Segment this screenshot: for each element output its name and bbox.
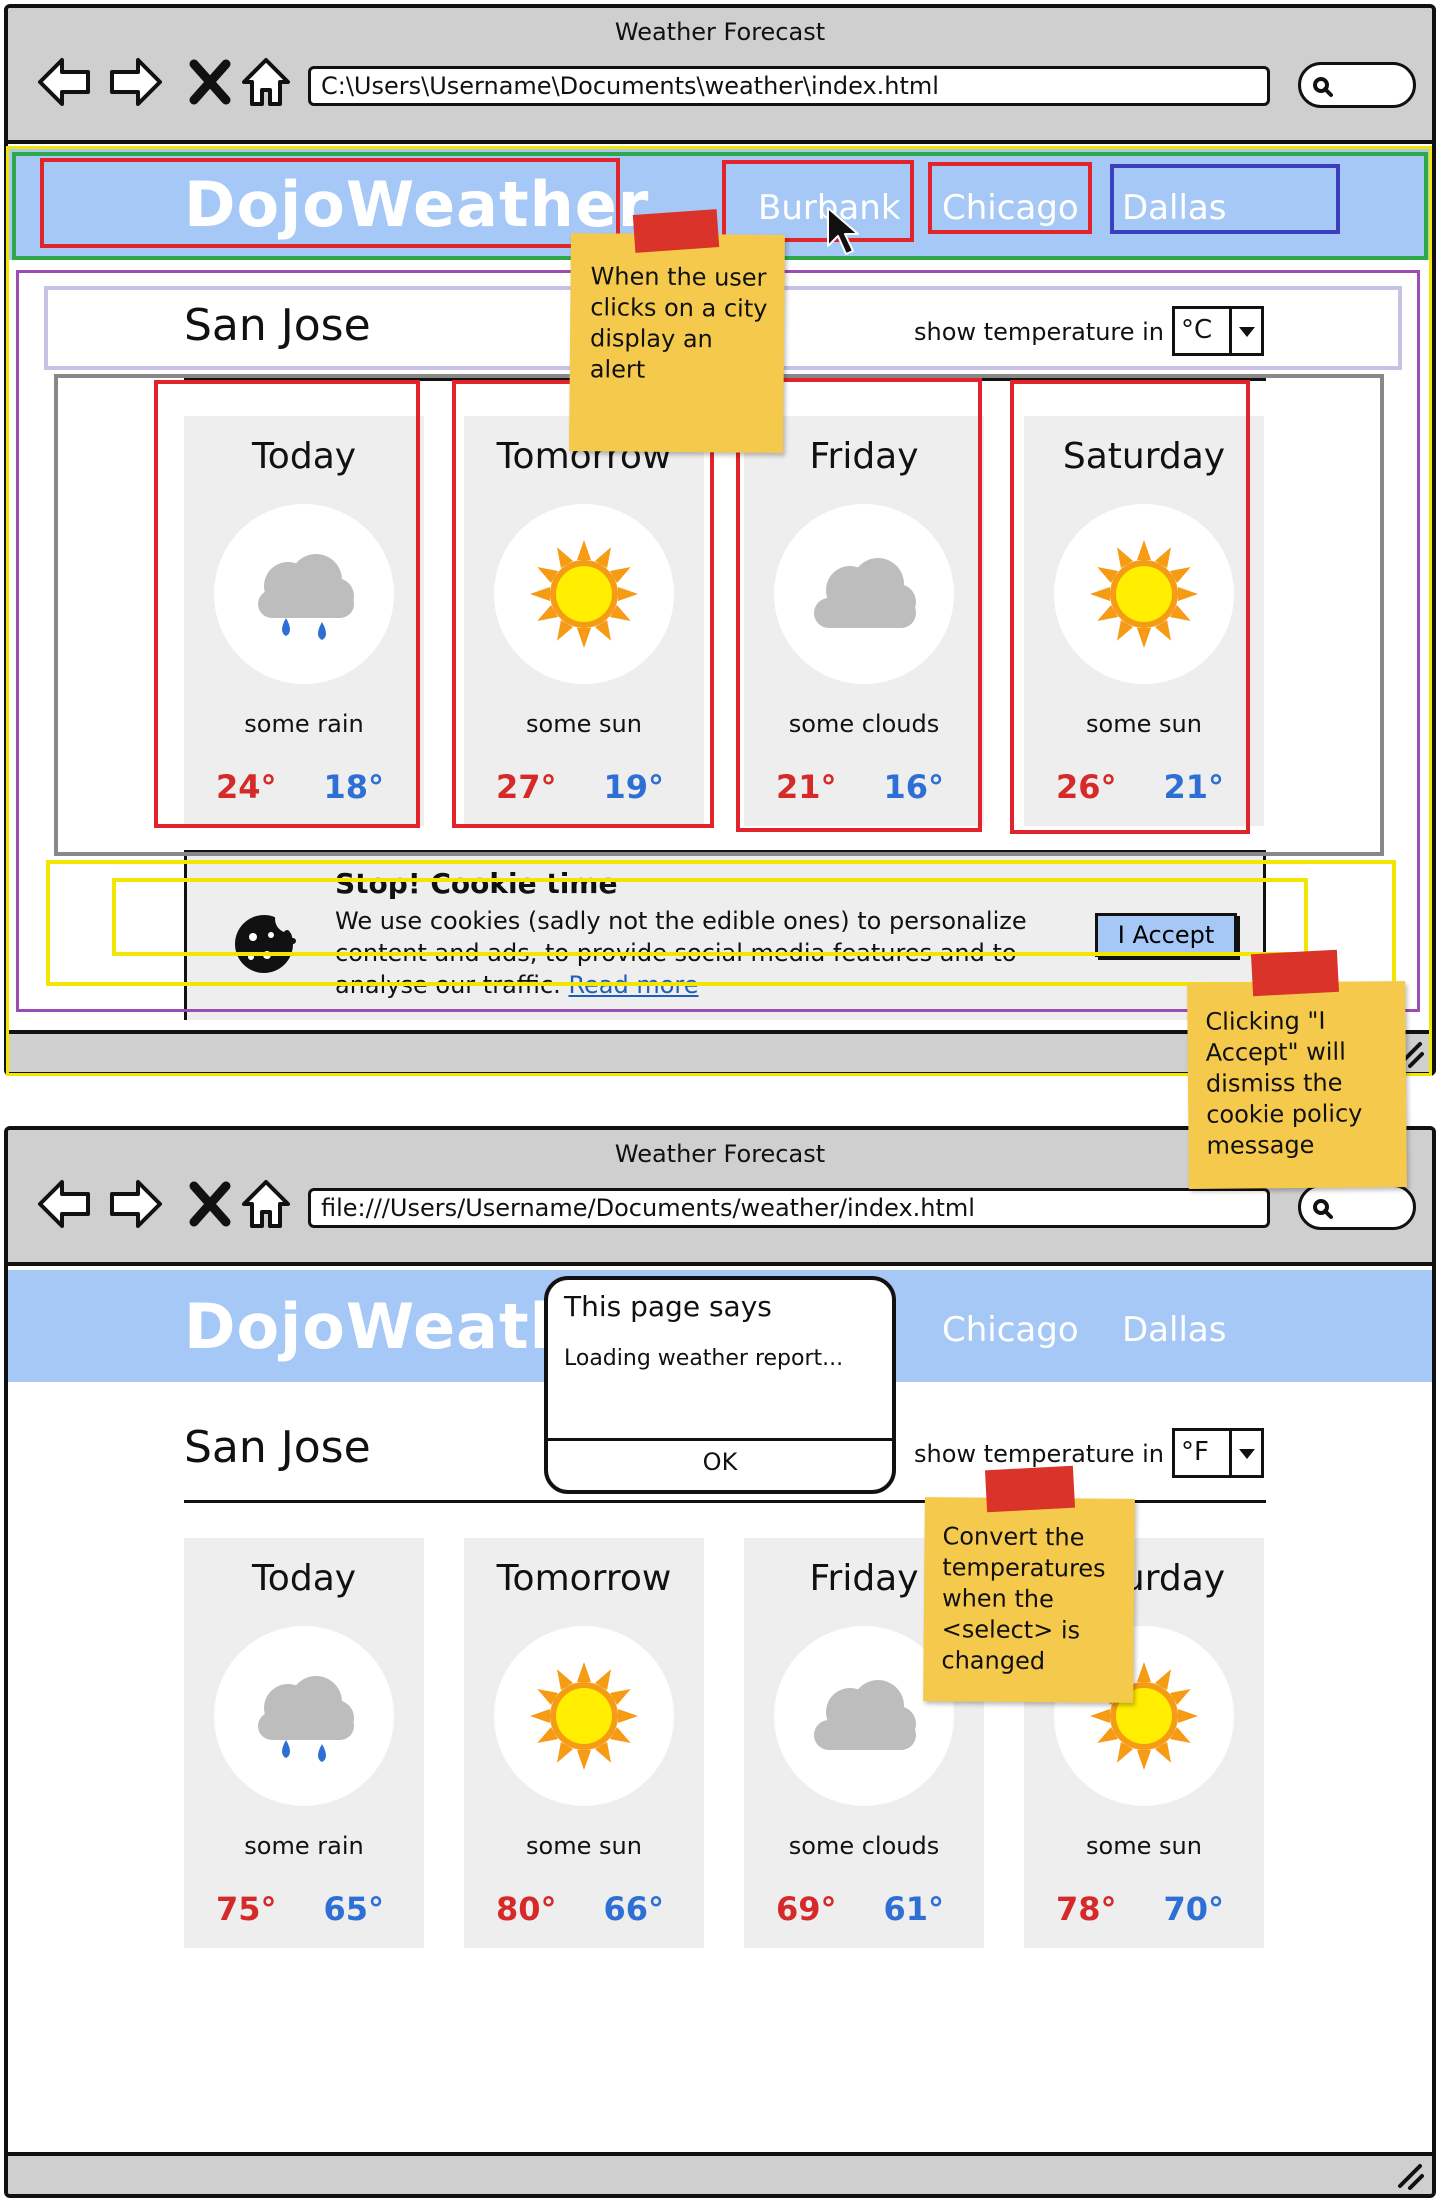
alert-message: Loading weather report...	[564, 1346, 844, 1371]
sticky-note-convert: Convert the temperatures when the <selec…	[923, 1497, 1135, 1703]
site-logo: DojoWeather	[184, 168, 650, 241]
resize-grip-icon[interactable]	[1394, 2160, 1424, 2190]
forecast-card: Today some rain 75° 65°	[184, 1538, 424, 1948]
temperature-unit-select[interactable]: °C	[1172, 306, 1264, 356]
sticky-note-city-click: When the user clicks on a city display a…	[569, 233, 785, 453]
card-description: some sun	[526, 1832, 642, 1860]
low-temperature: 70°	[1163, 1890, 1224, 1928]
cookie-icon	[235, 907, 301, 973]
alert-divider	[548, 1438, 892, 1441]
card-description: some sun	[526, 710, 642, 738]
search-box[interactable]	[1298, 62, 1416, 108]
card-description: some sun	[1086, 710, 1202, 738]
forecast-card: Tomorrow some sun 80° 66°	[464, 1538, 704, 1948]
search-icon	[1313, 77, 1333, 97]
low-temperature: 19°	[603, 768, 664, 806]
accept-cookies-button[interactable]: I Accept	[1095, 913, 1237, 957]
stop-x-icon[interactable]	[180, 52, 240, 112]
low-temperature: 16°	[883, 768, 944, 806]
alert-dialog: This page says Loading weather report...…	[544, 1276, 896, 1494]
sticky-note-accept: Clicking "I Accept" will dismiss the coo…	[1187, 981, 1407, 1189]
sticky-tape	[632, 209, 720, 253]
stop-x-icon[interactable]	[180, 1174, 240, 1234]
card-description: some rain	[244, 1832, 364, 1860]
note-text: When the user clicks on a city display a…	[589, 262, 768, 384]
search-box[interactable]	[1298, 1184, 1416, 1230]
temperature-unit-select[interactable]: °F	[1172, 1428, 1264, 1478]
high-temperature: 26°	[1056, 768, 1117, 806]
cookie-text: We use cookies (sadly not the edible one…	[335, 905, 1055, 1001]
nav-link-chicago[interactable]: Chicago	[942, 1310, 1079, 1350]
card-description: some sun	[1086, 1832, 1202, 1860]
card-day: Today	[251, 1558, 357, 1599]
browser-chrome: Weather Forecast C:\Users\Username\Docum…	[8, 8, 1432, 144]
city-title: San Jose	[184, 1422, 371, 1473]
alert-title: This page says	[564, 1290, 772, 1323]
home-icon[interactable]	[236, 1174, 296, 1234]
forecast-card: Today some rain 24° 18°	[184, 416, 424, 826]
card-description: some clouds	[788, 1832, 940, 1860]
high-temperature: 80°	[496, 1890, 557, 1928]
high-temperature: 24°	[216, 768, 277, 806]
nav-link-dallas[interactable]: Dallas	[1122, 1310, 1226, 1350]
address-bar[interactable]: C:\Users\Username\Documents\weather\inde…	[308, 66, 1270, 106]
selected-unit: °C	[1181, 315, 1213, 345]
note-text: Clicking "I Accept" will dismiss the coo…	[1205, 1006, 1363, 1160]
home-icon[interactable]	[236, 52, 296, 112]
high-temperature: 75°	[216, 1890, 277, 1928]
low-temperature: 18°	[323, 768, 384, 806]
back-arrow-icon[interactable]	[34, 52, 94, 112]
forecast-card: Tomorrow some sun 27° 19°	[464, 416, 704, 826]
city-title: San Jose	[184, 300, 371, 351]
forward-arrow-icon[interactable]	[106, 52, 166, 112]
high-temperature: 21°	[776, 768, 837, 806]
dropdown-arrow-icon	[1229, 1431, 1261, 1475]
cloud-icon	[774, 504, 954, 684]
low-temperature: 65°	[323, 1890, 384, 1928]
high-temperature: 27°	[496, 768, 557, 806]
sun-icon	[494, 1626, 674, 1806]
dropdown-arrow-icon	[1229, 309, 1261, 353]
status-bar	[8, 2152, 1432, 2194]
high-temperature: 78°	[1056, 1890, 1117, 1928]
alert-ok-button[interactable]: OK	[548, 1448, 892, 1476]
sticky-tape	[1250, 949, 1340, 997]
selected-unit: °F	[1181, 1437, 1209, 1467]
cookie-title: Stop! Cookie time	[335, 867, 618, 900]
temperature-unit-label: show temperature in	[914, 318, 1165, 346]
sticky-tape	[984, 1465, 1076, 1513]
card-day: Today	[251, 436, 357, 477]
back-arrow-icon[interactable]	[34, 1174, 94, 1234]
rain-icon	[214, 1626, 394, 1806]
sun-icon	[494, 504, 674, 684]
search-icon	[1313, 1199, 1333, 1219]
low-temperature: 21°	[1163, 768, 1224, 806]
note-text: Convert the temperatures when the <selec…	[941, 1522, 1106, 1676]
card-description: some rain	[244, 710, 364, 738]
nav-link-chicago[interactable]: Chicago	[942, 188, 1079, 228]
card-description: some clouds	[788, 710, 940, 738]
window-title: Weather Forecast	[614, 18, 826, 46]
high-temperature: 69°	[776, 1890, 837, 1928]
browser-window-1: Weather Forecast C:\Users\Username\Docum…	[4, 4, 1436, 1076]
forecast-card: Friday some clouds 21° 16°	[744, 416, 984, 826]
rain-icon	[214, 504, 394, 684]
sun-icon	[1054, 504, 1234, 684]
low-temperature: 61°	[883, 1890, 944, 1928]
mouse-cursor-icon	[827, 207, 859, 255]
temperature-unit-label: show temperature in	[914, 1440, 1165, 1468]
forward-arrow-icon[interactable]	[106, 1174, 166, 1234]
address-bar[interactable]: file:///Users/Username/Documents/weather…	[308, 1188, 1270, 1228]
card-day: Saturday	[1062, 436, 1226, 477]
read-more-link[interactable]: Read more	[568, 971, 698, 999]
low-temperature: 66°	[603, 1890, 664, 1928]
forecast-card: Saturday some sun 26° 21°	[1024, 416, 1264, 826]
card-day: Tomorrow	[496, 1558, 672, 1599]
nav-link-dallas[interactable]: Dallas	[1122, 188, 1226, 228]
cookie-banner: Stop! Cookie time We use cookies (sadly …	[184, 850, 1266, 1020]
